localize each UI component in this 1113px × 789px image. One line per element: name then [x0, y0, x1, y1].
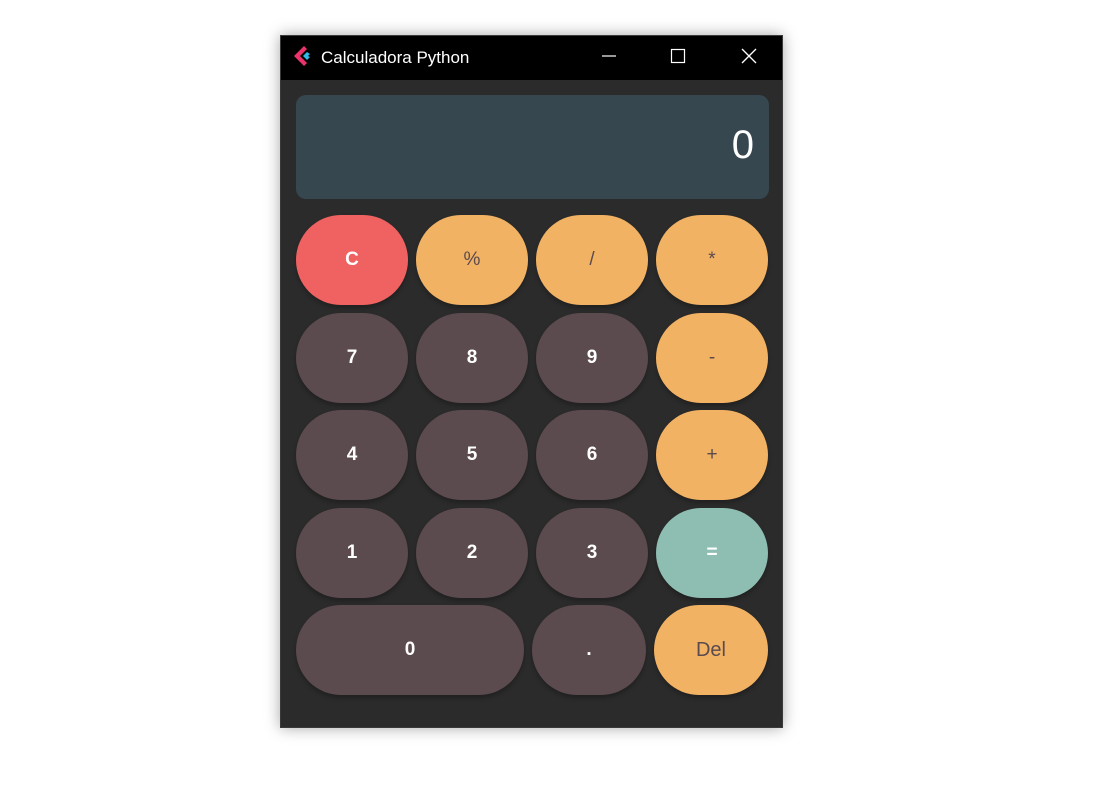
calculator-window: Calculadora Python 0 C % / * 7 8 9 - 4 5…	[280, 35, 783, 728]
minimize-button[interactable]	[586, 36, 632, 80]
digit-3-button[interactable]: 3	[536, 508, 648, 598]
equals-button[interactable]: =	[656, 508, 768, 598]
digit-5-button[interactable]: 5	[416, 410, 528, 500]
digit-6-button[interactable]: 6	[536, 410, 648, 500]
divide-button[interactable]: /	[536, 215, 648, 305]
clear-button[interactable]: C	[296, 215, 408, 305]
digit-7-button[interactable]: 7	[296, 313, 408, 403]
minimize-icon	[601, 48, 617, 69]
title-bar[interactable]: Calculadora Python	[281, 36, 782, 80]
close-button[interactable]	[726, 36, 772, 80]
digit-8-button[interactable]: 8	[416, 313, 528, 403]
calculator-display: 0	[296, 95, 769, 199]
maximize-icon	[670, 48, 686, 69]
percent-button[interactable]: %	[416, 215, 528, 305]
display-value: 0	[731, 123, 754, 167]
decimal-point-button[interactable]: .	[532, 605, 646, 695]
multiply-button[interactable]: *	[656, 215, 768, 305]
plus-button[interactable]: +	[656, 410, 768, 500]
digit-1-button[interactable]: 1	[296, 508, 408, 598]
app-logo-icon	[294, 46, 314, 68]
digit-9-button[interactable]: 9	[536, 313, 648, 403]
digit-4-button[interactable]: 4	[296, 410, 408, 500]
digit-2-button[interactable]: 2	[416, 508, 528, 598]
window-title: Calculadora Python	[321, 48, 470, 67]
delete-button[interactable]: Del	[654, 605, 768, 695]
minus-button[interactable]: -	[656, 313, 768, 403]
maximize-button[interactable]	[655, 36, 701, 80]
close-icon	[741, 48, 757, 69]
digit-0-button[interactable]: 0	[296, 605, 524, 695]
